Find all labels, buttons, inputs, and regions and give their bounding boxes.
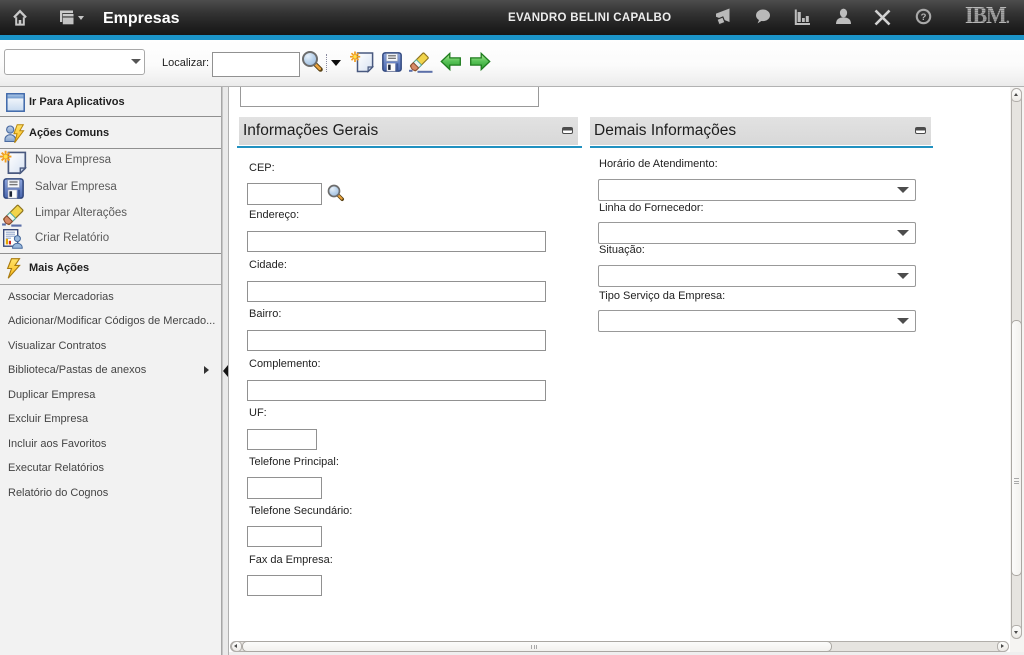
svg-text:IBM: IBM [965, 2, 1007, 28]
svg-text:?: ? [921, 12, 927, 23]
